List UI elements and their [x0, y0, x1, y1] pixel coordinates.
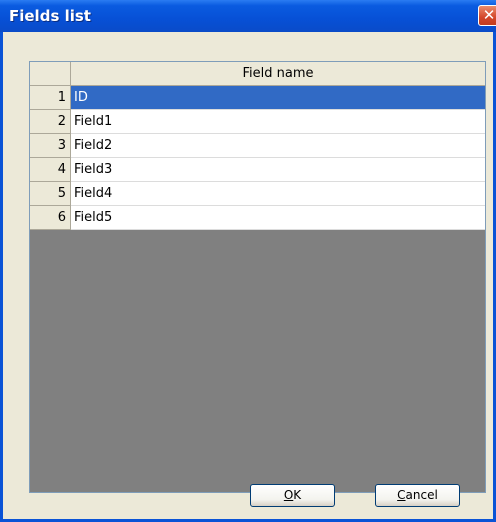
- fields-grid[interactable]: Field name 1 ID 2 Field1 3 Field2 4 Fiel…: [29, 61, 486, 493]
- title-bar[interactable]: Fields list ✕: [0, 0, 496, 32]
- row-number[interactable]: 2: [30, 110, 71, 134]
- field-name-cell[interactable]: Field3: [71, 158, 485, 182]
- row-number[interactable]: 3: [30, 134, 71, 158]
- row-number[interactable]: 4: [30, 158, 71, 182]
- cancel-label-rest: ancel: [405, 488, 438, 502]
- fields-list-window: Fields list ✕ Field name 1 ID 2 Field1 3…: [0, 0, 496, 522]
- field-name-cell[interactable]: Field2: [71, 134, 485, 158]
- field-name-cell[interactable]: Field1: [71, 110, 485, 134]
- ok-button[interactable]: OK: [250, 484, 335, 507]
- table-row[interactable]: 2 Field1: [30, 110, 485, 134]
- dialog-body: Field name 1 ID 2 Field1 3 Field2 4 Fiel…: [3, 32, 493, 519]
- table-row[interactable]: 4 Field3: [30, 158, 485, 182]
- cancel-button[interactable]: Cancel: [375, 484, 460, 507]
- field-name-cell[interactable]: Field4: [71, 182, 485, 206]
- grid-corner-cell[interactable]: [30, 62, 71, 86]
- column-header-field-name[interactable]: Field name: [71, 62, 485, 86]
- row-number[interactable]: 5: [30, 182, 71, 206]
- table-row[interactable]: 5 Field4: [30, 182, 485, 206]
- row-number[interactable]: 1: [30, 86, 71, 110]
- table-row[interactable]: 6 Field5: [30, 206, 485, 230]
- ok-accelerator: O: [283, 488, 294, 502]
- table-row[interactable]: 3 Field2: [30, 134, 485, 158]
- ok-label-rest: K: [293, 488, 302, 502]
- cancel-accelerator: C: [397, 488, 406, 502]
- close-icon[interactable]: ✕: [478, 5, 496, 26]
- grid-header-row: Field name: [30, 62, 485, 86]
- field-name-cell[interactable]: ID: [71, 86, 485, 110]
- field-name-cell[interactable]: Field5: [71, 206, 485, 230]
- row-number[interactable]: 6: [30, 206, 71, 230]
- window-title: Fields list: [9, 7, 91, 25]
- table-row[interactable]: 1 ID: [30, 86, 485, 110]
